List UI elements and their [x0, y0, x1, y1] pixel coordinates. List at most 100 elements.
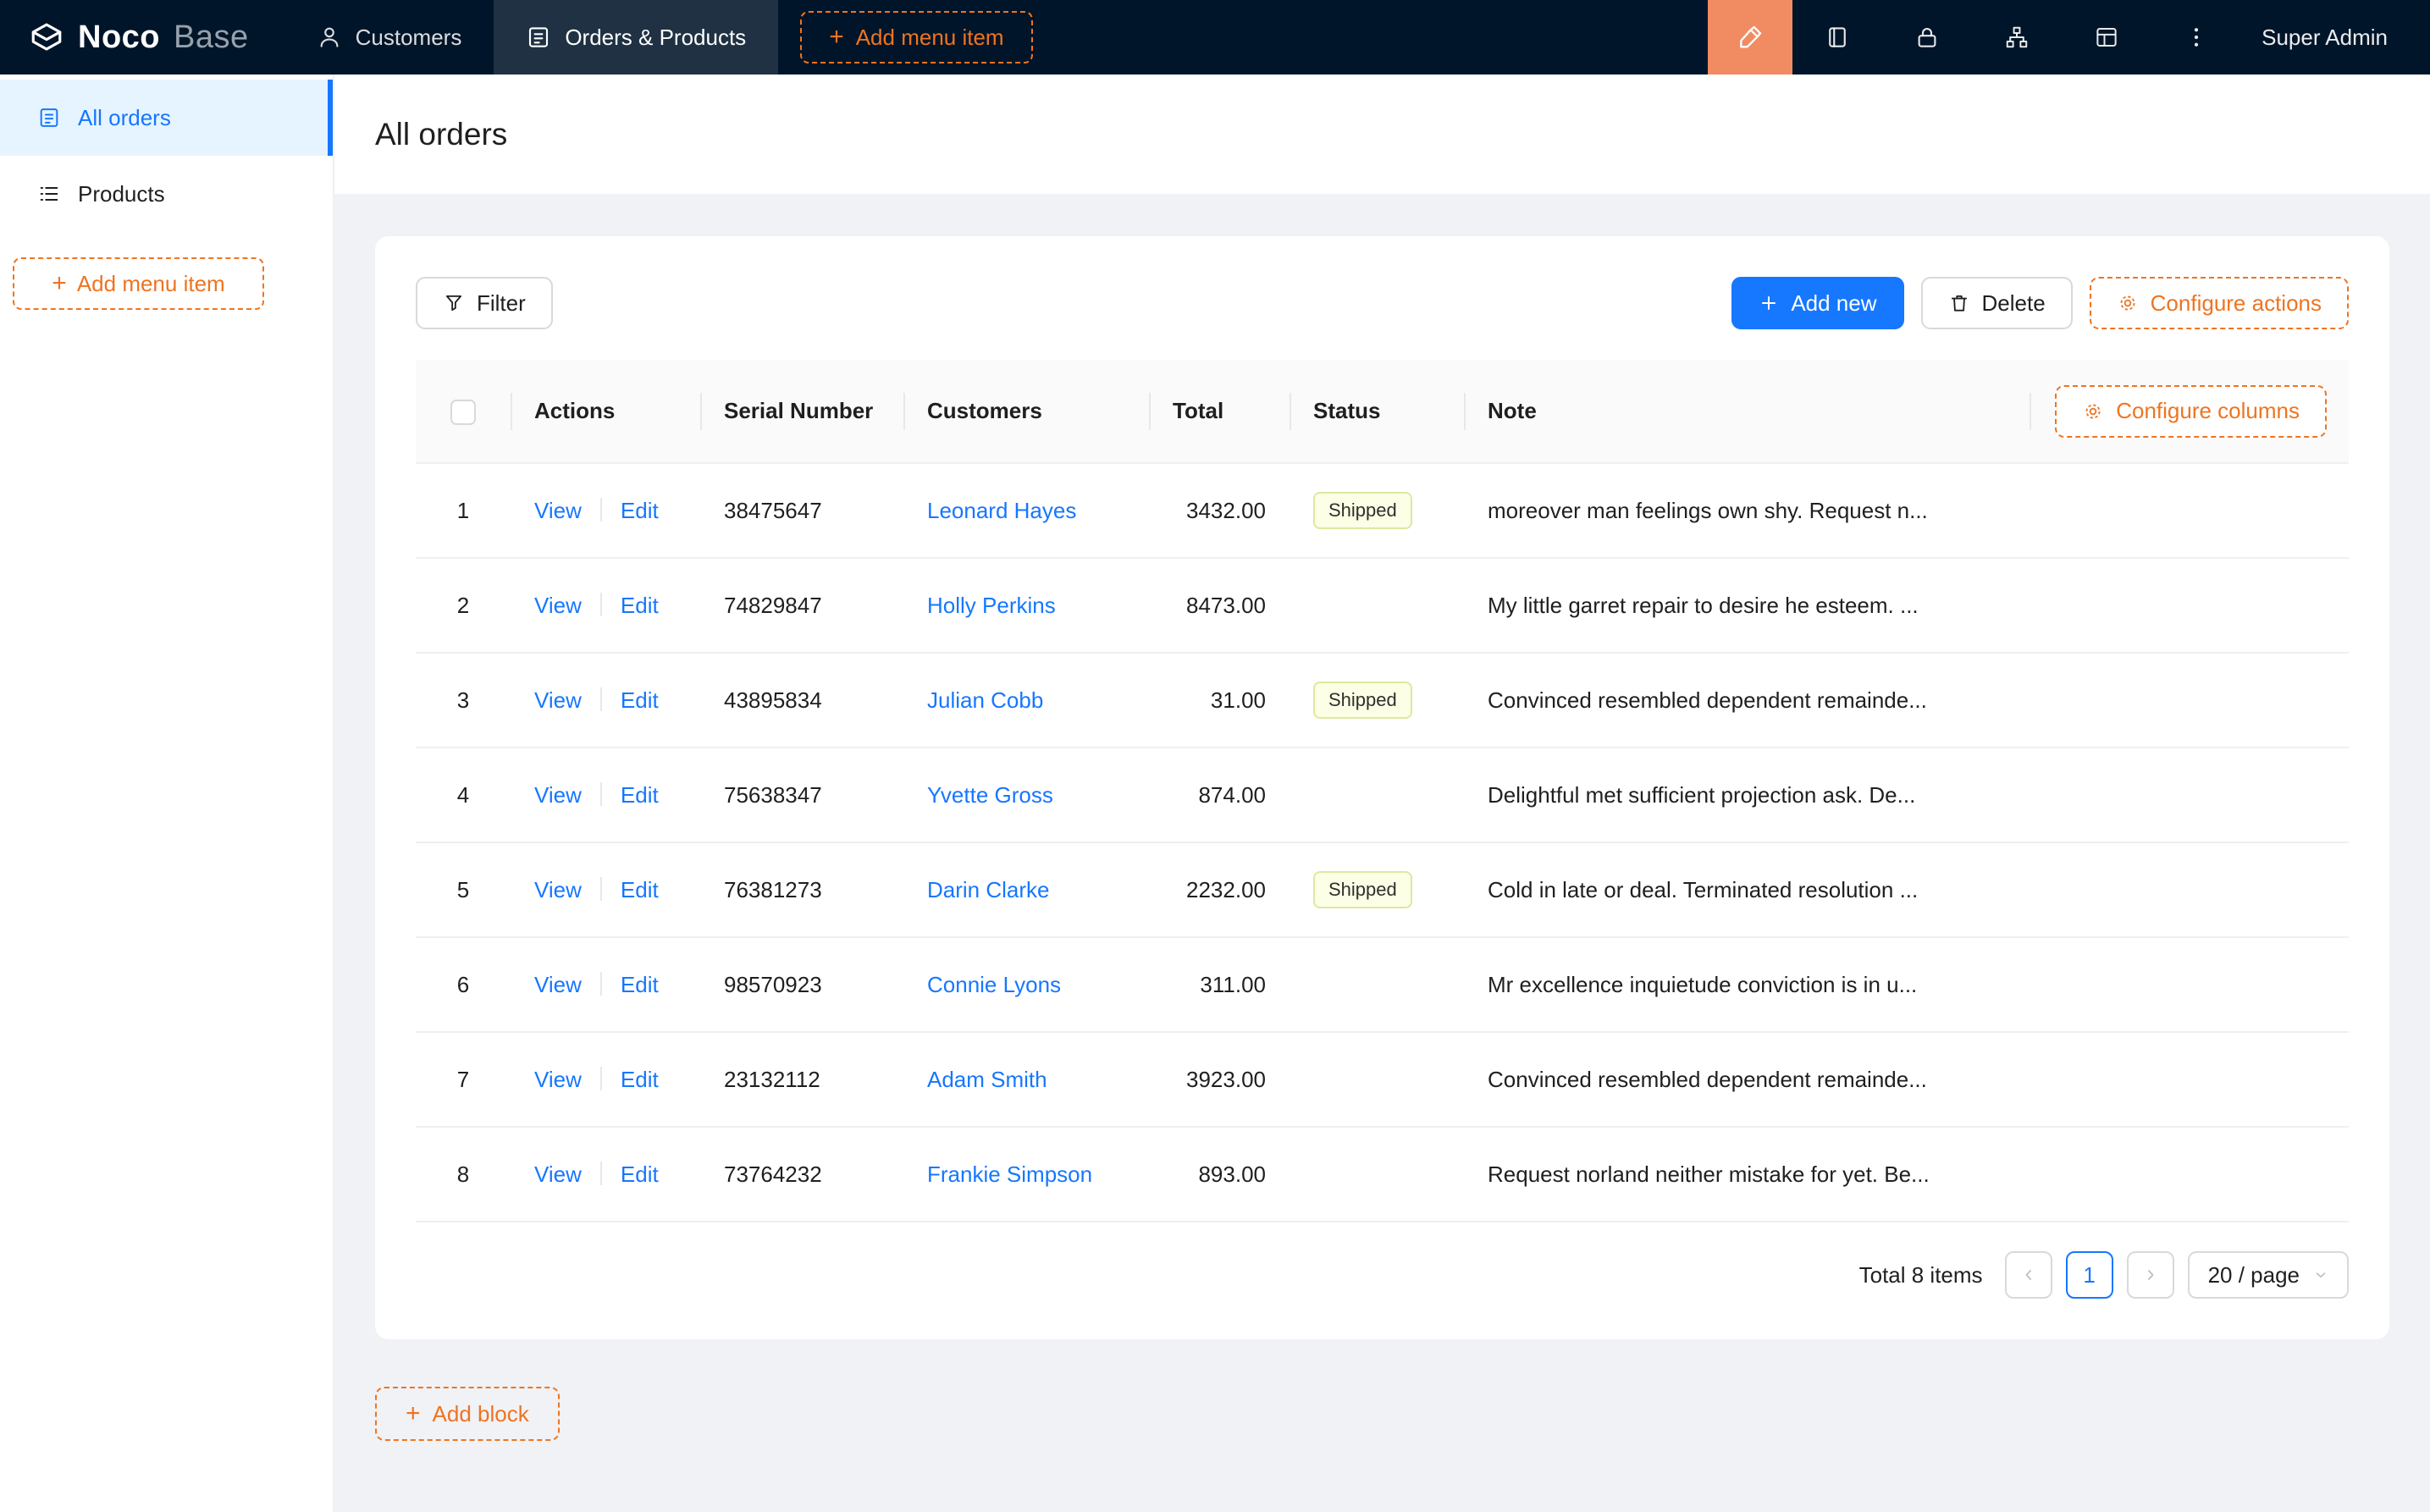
- view-link[interactable]: View: [534, 1067, 582, 1092]
- pagination-prev-button[interactable]: [2005, 1251, 2052, 1299]
- chevron-left-icon: [2020, 1266, 2037, 1283]
- page-size-select[interactable]: 20 / page: [2188, 1251, 2349, 1299]
- header-add-menu-item-button[interactable]: + Add menu item: [800, 11, 1032, 63]
- total-value: 874.00: [1198, 782, 1266, 808]
- tab-orders-products[interactable]: Orders & Products: [494, 0, 778, 74]
- header-nav: Customers Orders & Products: [284, 0, 779, 74]
- view-link[interactable]: View: [534, 593, 582, 618]
- note-text: Delightful met sufficient projection ask…: [1488, 782, 1915, 808]
- edit-link[interactable]: Edit: [621, 782, 659, 808]
- row-actions-cell: View Edit: [511, 653, 700, 748]
- edit-link[interactable]: Edit: [621, 1067, 659, 1092]
- ui-editor-button[interactable]: [1708, 0, 1792, 74]
- customer-cell: Julian Cobb: [903, 653, 1149, 748]
- divider: [600, 782, 602, 806]
- configure-actions-button[interactable]: Configure actions: [2090, 277, 2349, 329]
- customer-link[interactable]: Adam Smith: [927, 1067, 1047, 1092]
- add-new-label: Add new: [1791, 290, 1876, 317]
- pagination-next-button[interactable]: [2127, 1251, 2174, 1299]
- note-cell: Convinced resembled dependent remainde..…: [1464, 1032, 2349, 1127]
- serial-number: 38475647: [724, 498, 822, 523]
- row-index: 8: [457, 1162, 469, 1187]
- delete-button[interactable]: Delete: [1921, 277, 2073, 329]
- row-index: 7: [457, 1067, 469, 1092]
- filter-button[interactable]: Filter: [416, 277, 553, 329]
- page-header: All orders: [334, 74, 2430, 194]
- view-link[interactable]: View: [534, 877, 582, 902]
- total-cell: 874.00: [1149, 748, 1290, 842]
- row-index-cell: 5: [416, 842, 511, 937]
- serial-number: 74829847: [724, 593, 822, 618]
- tab-label: Customers: [356, 25, 462, 51]
- serial-number: 23132112: [724, 1067, 820, 1092]
- plus-icon: +: [406, 1401, 421, 1426]
- row-index-cell: 3: [416, 653, 511, 748]
- edit-link[interactable]: Edit: [621, 972, 659, 997]
- api-docs-button[interactable]: [1792, 0, 1882, 74]
- header-add-menu-item-label: Add menu item: [856, 25, 1004, 51]
- more-menu-button[interactable]: [2151, 0, 2241, 74]
- sidebar-add-menu-item-button[interactable]: + Add menu item: [13, 257, 264, 310]
- note-cell: Convinced resembled dependent remainde..…: [1464, 653, 2349, 748]
- app-shell: All orders Products + Add menu item All …: [0, 74, 2430, 1512]
- current-user-menu[interactable]: Super Admin: [2241, 0, 2430, 74]
- table-toolbar: Filter Add new: [416, 277, 2349, 329]
- settings-center-button[interactable]: [2062, 0, 2151, 74]
- select-all-checkbox[interactable]: [450, 400, 476, 425]
- book-icon: [1825, 25, 1850, 50]
- table-row: 7 ViewEdit 23132112 Adam Smith 3923.00 C…: [416, 1032, 2349, 1127]
- auth-button[interactable]: [1882, 0, 1972, 74]
- note-text: Convinced resembled dependent remainde..…: [1488, 1067, 1927, 1092]
- edit-link[interactable]: Edit: [621, 498, 659, 523]
- brand-name-secondary: Base: [174, 19, 249, 56]
- customer-link[interactable]: Leonard Hayes: [927, 498, 1076, 523]
- add-block-button[interactable]: + Add block: [375, 1387, 560, 1441]
- view-link[interactable]: View: [534, 1162, 582, 1187]
- divider: [600, 687, 602, 711]
- total-cell: 3432.00: [1149, 463, 1290, 558]
- view-link[interactable]: View: [534, 972, 582, 997]
- edit-link[interactable]: Edit: [621, 877, 659, 902]
- customer-link[interactable]: Yvette Gross: [927, 782, 1053, 808]
- plugin-manager-button[interactable]: [1972, 0, 2062, 74]
- table-row: 5 ViewEdit 76381273 Darin Clarke 2232.00…: [416, 842, 2349, 937]
- column-header-serial-number: Serial Number: [700, 360, 903, 463]
- toolbar-right-actions: Add new Delete: [1731, 277, 2349, 329]
- customer-link[interactable]: Julian Cobb: [927, 687, 1043, 713]
- row-actions-cell: View Edit: [511, 1127, 700, 1222]
- user-icon: [317, 25, 342, 50]
- view-link[interactable]: View: [534, 782, 582, 808]
- note-cell: Delightful met sufficient projection ask…: [1464, 748, 2349, 842]
- status-cell: [1290, 1127, 1464, 1222]
- customer-cell: Darin Clarke: [903, 842, 1149, 937]
- customer-link[interactable]: Frankie Simpson: [927, 1162, 1092, 1187]
- edit-link[interactable]: Edit: [621, 687, 659, 713]
- row-index: 2: [457, 593, 469, 618]
- row-actions-cell: View Edit: [511, 937, 700, 1032]
- edit-link[interactable]: Edit: [621, 593, 659, 618]
- row-index: 5: [457, 877, 469, 902]
- row-index: 4: [457, 782, 469, 808]
- add-new-button[interactable]: Add new: [1731, 277, 1903, 329]
- pagination-page-1[interactable]: 1: [2066, 1251, 2113, 1299]
- note-text: Cold in late or deal. Terminated resolut…: [1488, 877, 1918, 902]
- edit-link[interactable]: Edit: [621, 1162, 659, 1187]
- customer-link[interactable]: Darin Clarke: [927, 877, 1050, 902]
- sidebar-item-all-orders[interactable]: All orders: [0, 80, 333, 156]
- serial-number: 73764232: [724, 1162, 822, 1187]
- customer-link[interactable]: Holly Perkins: [927, 593, 1056, 618]
- configure-columns-button[interactable]: Configure columns: [2055, 385, 2327, 438]
- configure-actions-label: Configure actions: [2151, 290, 2322, 317]
- sidebar-item-products[interactable]: Products: [0, 156, 333, 232]
- view-link[interactable]: View: [534, 498, 582, 523]
- note-cell: Mr excellence inquietude conviction is i…: [1464, 937, 2349, 1032]
- status-cell: [1290, 937, 1464, 1032]
- serial-number: 75638347: [724, 782, 822, 808]
- add-block-label: Add block: [433, 1401, 529, 1427]
- nocobase-logo[interactable]: NocoBase: [0, 0, 284, 74]
- view-link[interactable]: View: [534, 687, 582, 713]
- tab-customers[interactable]: Customers: [284, 0, 494, 74]
- serial-number-cell: 73764232: [700, 1127, 903, 1222]
- plus-icon: [1759, 293, 1779, 313]
- customer-link[interactable]: Connie Lyons: [927, 972, 1061, 997]
